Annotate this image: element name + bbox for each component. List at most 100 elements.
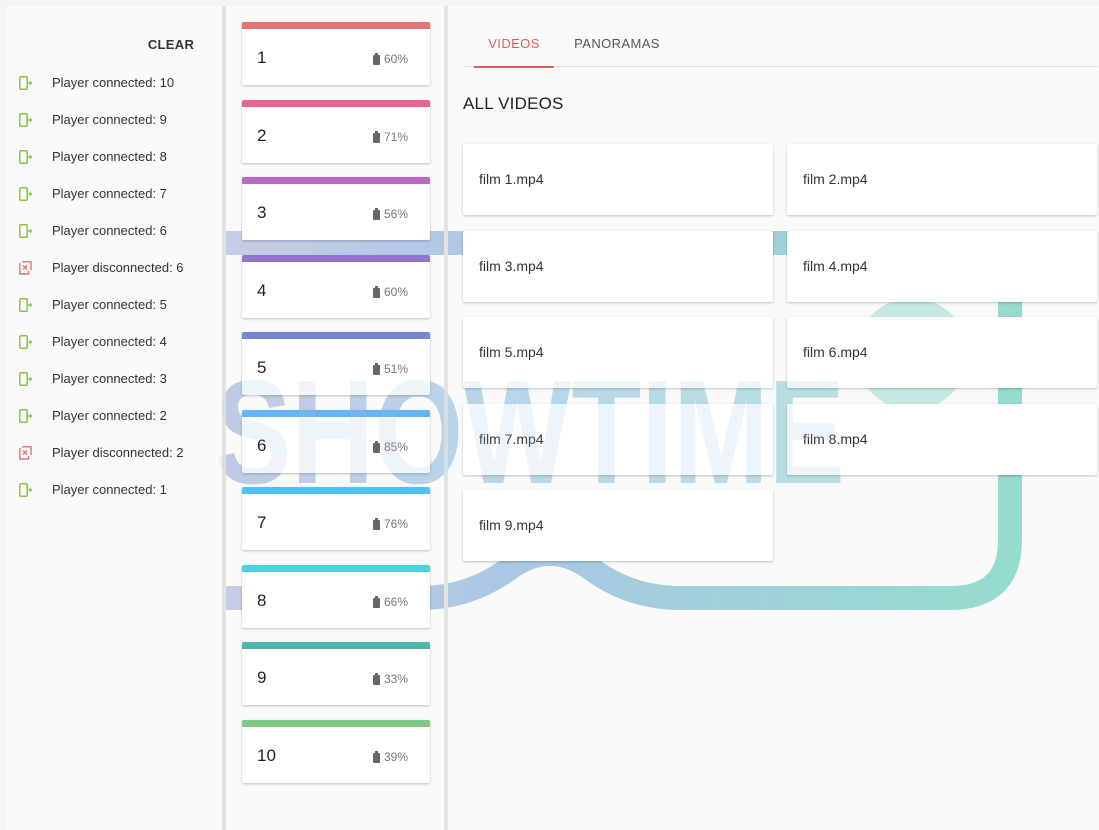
video-filename: film 8.mp4 [803, 430, 868, 447]
log-entry-text: Player connected: 7 [52, 186, 167, 201]
connect-icon [19, 149, 32, 164]
log-entry-text: Player disconnected: 2 [52, 445, 184, 460]
connect-icon [19, 186, 32, 201]
tab-videos[interactable]: VIDEOS [474, 20, 554, 68]
battery-status: 39% [373, 750, 408, 764]
video-card[interactable]: film 8.mp4 [787, 403, 1097, 475]
player-number: 1 [257, 48, 267, 67]
log-entry-text: Player disconnected: 6 [52, 260, 184, 275]
video-card[interactable]: film 3.mp4 [463, 230, 773, 302]
player-color-bar [242, 719, 430, 727]
player-card[interactable]: 10 39% [242, 719, 430, 783]
video-card[interactable]: film 9.mp4 [463, 490, 773, 561]
player-number: 7 [257, 513, 267, 532]
battery-icon [373, 518, 380, 530]
log-entry-text: Player connected: 2 [52, 408, 167, 423]
tab-panoramas[interactable]: PANORAMAS [565, 20, 669, 67]
player-card[interactable]: 1 60% [242, 22, 430, 85]
connect-icon [19, 297, 32, 312]
connect-icon [19, 334, 32, 349]
event-log-panel: CLEAR Player connected: 10 Player connect… [6, 6, 222, 830]
battery-status: 76% [373, 517, 408, 531]
battery-icon [373, 750, 380, 763]
connect-icon [19, 482, 32, 497]
video-filename: film 4.mp4 [803, 257, 868, 274]
media-tabs: VIDEOS PANORAMAS [463, 20, 1098, 68]
video-filename: film 3.mp4 [479, 257, 544, 274]
player-color-bar [242, 564, 430, 572]
clear-log-button[interactable]: CLEAR [143, 31, 199, 57]
player-color-bar [242, 22, 430, 29]
player-color-bar [242, 642, 430, 649]
battery-status: 85% [373, 440, 408, 454]
battery-level: 85% [384, 439, 409, 454]
player-color-bar [242, 254, 430, 262]
battery-status: 66% [373, 595, 408, 609]
video-card[interactable]: film 5.mp4 [463, 317, 773, 388]
event-log-list: Player connected: 10 Player connected: 9 P… [6, 64, 222, 508]
player-card[interactable]: 5 51% [242, 332, 430, 395]
video-card[interactable]: film 4.mp4 [787, 230, 1097, 302]
player-color-bar [242, 409, 430, 417]
log-entry: Player disconnected: 2 [6, 434, 222, 471]
battery-status: 60% [373, 52, 408, 66]
player-card[interactable]: 6 85% [242, 409, 430, 473]
battery-icon [373, 53, 380, 65]
disconnect-icon [19, 445, 32, 460]
battery-icon [373, 673, 380, 685]
battery-icon [373, 130, 380, 143]
battery-level: 51% [384, 362, 409, 376]
video-filename: film 2.mp4 [803, 171, 868, 187]
player-number: 6 [257, 435, 267, 455]
log-entry-text: Player connected: 1 [52, 482, 167, 497]
player-color-bar [242, 487, 430, 494]
battery-level: 60% [384, 52, 409, 66]
player-card[interactable]: 9 33% [242, 642, 430, 705]
battery-level: 76% [384, 517, 409, 531]
battery-icon [373, 595, 380, 608]
tab-panoramas-label: PANORAMAS [574, 36, 660, 51]
connect-icon [19, 75, 32, 90]
log-entry: Player disconnected: 6 [6, 249, 222, 286]
video-filename: film 5.mp4 [479, 344, 544, 360]
log-entry: Player connected: 5 [6, 286, 222, 323]
connect-icon [19, 408, 32, 423]
battery-status: 33% [373, 672, 408, 686]
log-entry-text: Player connected: 10 [52, 75, 175, 90]
log-entry-text: Player connected: 3 [52, 371, 167, 386]
battery-level: 71% [384, 129, 409, 144]
disconnect-icon [19, 260, 32, 275]
battery-level: 39% [384, 749, 409, 764]
video-card[interactable]: film 6.mp4 [787, 317, 1097, 388]
battery-icon [373, 440, 380, 453]
video-card[interactable]: film 2.mp4 [787, 144, 1097, 215]
log-entry: Player connected: 4 [6, 323, 222, 360]
player-number: 2 [257, 125, 267, 145]
log-entry-text: Player connected: 4 [52, 334, 167, 349]
connect-icon [19, 112, 32, 127]
log-entry: Player connected: 7 [6, 175, 222, 212]
player-card[interactable]: 7 76% [242, 487, 430, 550]
log-entry-text: Player connected: 8 [52, 149, 167, 164]
video-filename: film 7.mp4 [479, 430, 544, 447]
log-entry: Player connected: 8 [6, 138, 222, 175]
video-card[interactable]: film 7.mp4 [463, 403, 773, 475]
player-number: 3 [257, 203, 267, 222]
active-tab-indicator [474, 66, 554, 68]
log-entry: Player connected: 2 [6, 397, 222, 434]
video-filename: film 6.mp4 [803, 344, 868, 360]
player-number: 9 [257, 668, 267, 687]
battery-level: 60% [384, 284, 409, 299]
battery-status: 60% [373, 285, 408, 299]
player-number: 4 [257, 280, 267, 300]
player-card[interactable]: 8 66% [242, 564, 430, 628]
player-card[interactable]: 2 71% [242, 99, 430, 163]
log-entry: Player connected: 10 [6, 64, 222, 101]
player-card[interactable]: 3 56% [242, 177, 430, 240]
video-filename: film 9.mp4 [479, 517, 544, 533]
battery-level: 56% [384, 207, 409, 221]
player-card[interactable]: 4 60% [242, 254, 430, 318]
battery-icon [373, 285, 380, 298]
video-card[interactable]: film 1.mp4 [463, 144, 773, 215]
log-entry-text: Player connected: 5 [52, 297, 167, 312]
